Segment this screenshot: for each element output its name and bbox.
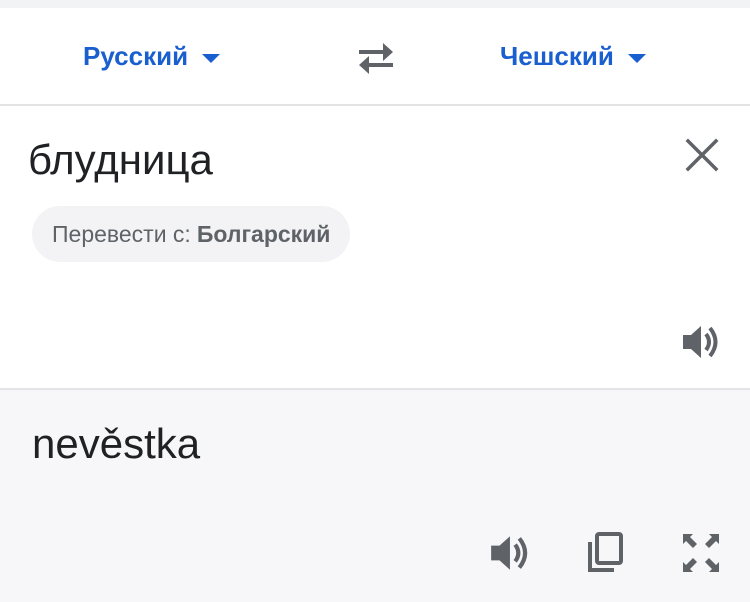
language-bar: Русский Чешский bbox=[0, 8, 750, 106]
detected-language-prefix: Перевести с: bbox=[52, 220, 191, 247]
translated-text: nevěstka bbox=[32, 420, 201, 467]
top-strip bbox=[0, 0, 750, 8]
fullscreen-button[interactable] bbox=[678, 530, 724, 576]
target-language-selector[interactable]: Чешский bbox=[500, 36, 646, 76]
input-pane: блудница Перевести с: Болгарский bbox=[0, 106, 750, 390]
close-icon bbox=[685, 138, 719, 172]
volume-icon bbox=[683, 326, 718, 358]
translate-screen: Русский Чешский блудница Перевести с: Бо bbox=[0, 0, 750, 602]
volume-icon bbox=[491, 536, 528, 570]
output-pane: nevěstka bbox=[0, 390, 750, 602]
caret-down-icon bbox=[202, 53, 221, 63]
copy-icon bbox=[588, 532, 623, 572]
source-language-label: Русский bbox=[83, 40, 189, 71]
caret-down-icon bbox=[627, 53, 646, 63]
clear-button[interactable] bbox=[683, 136, 721, 174]
fullscreen-icon bbox=[683, 534, 719, 572]
detected-language-name: Болгарский bbox=[196, 220, 331, 247]
copy-button[interactable] bbox=[582, 530, 628, 576]
target-language-label: Чешский bbox=[500, 40, 614, 71]
detected-language-chip[interactable]: Перевести с: Болгарский bbox=[32, 206, 351, 262]
source-text[interactable]: блудница bbox=[28, 136, 213, 184]
swap-horiz-icon bbox=[359, 43, 393, 74]
output-speak-button[interactable] bbox=[488, 530, 534, 576]
source-speak-button[interactable] bbox=[680, 322, 724, 362]
source-language-selector[interactable]: Русский bbox=[83, 36, 221, 76]
swap-languages-button[interactable] bbox=[353, 38, 399, 78]
